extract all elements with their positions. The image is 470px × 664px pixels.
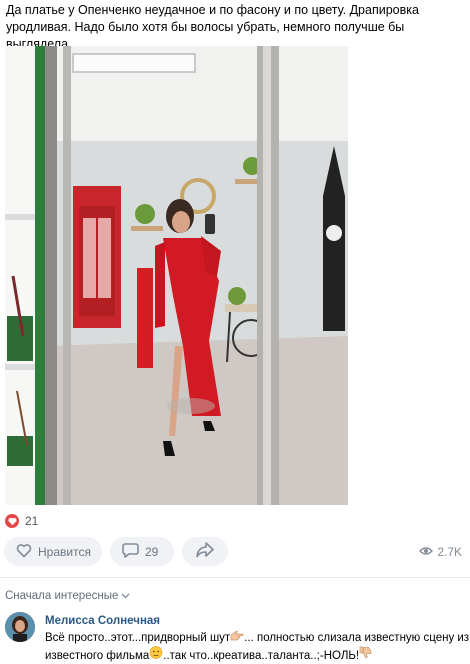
comment-icon [122, 542, 139, 561]
sort-label: Сначала интересные [5, 590, 119, 602]
views-counter: 2.7K [419, 545, 462, 559]
comment-text: Всё просто..этот...придворный шут... пол… [45, 630, 470, 664]
comment-text-part: Всё просто..этот...придворный шут [45, 632, 231, 644]
thumbs-down-icon [359, 646, 372, 664]
reactions-count: 21 [25, 514, 39, 528]
pointing-hand-icon [230, 630, 244, 646]
like-label: Нравится [38, 544, 91, 559]
post-actions: Нравится 29 [4, 537, 228, 566]
comments-sort-dropdown[interactable]: Сначала интересные [5, 590, 130, 602]
comments-count: 29 [145, 544, 159, 559]
comment-button[interactable]: 29 [110, 537, 174, 566]
divider [0, 577, 470, 578]
comment-text-part: ..так что..креатива..таланта..;-НОЛЬ! [163, 650, 360, 662]
heart-outline-icon [16, 543, 32, 561]
post-photo[interactable] [5, 46, 348, 505]
chevron-down-icon [121, 590, 130, 602]
heart-icon [5, 514, 19, 528]
comment-author[interactable]: Мелисса Солнечная [45, 615, 160, 627]
like-button[interactable]: Нравится [4, 537, 102, 566]
share-icon [196, 542, 214, 561]
mirror-selfie-image [5, 46, 348, 505]
share-button[interactable] [182, 537, 228, 566]
reactions-summary[interactable]: 21 [5, 513, 38, 529]
avatar[interactable] [5, 612, 35, 642]
eye-icon [419, 545, 434, 559]
face-emoji-icon [149, 646, 163, 664]
views-count: 2.7K [437, 545, 462, 559]
